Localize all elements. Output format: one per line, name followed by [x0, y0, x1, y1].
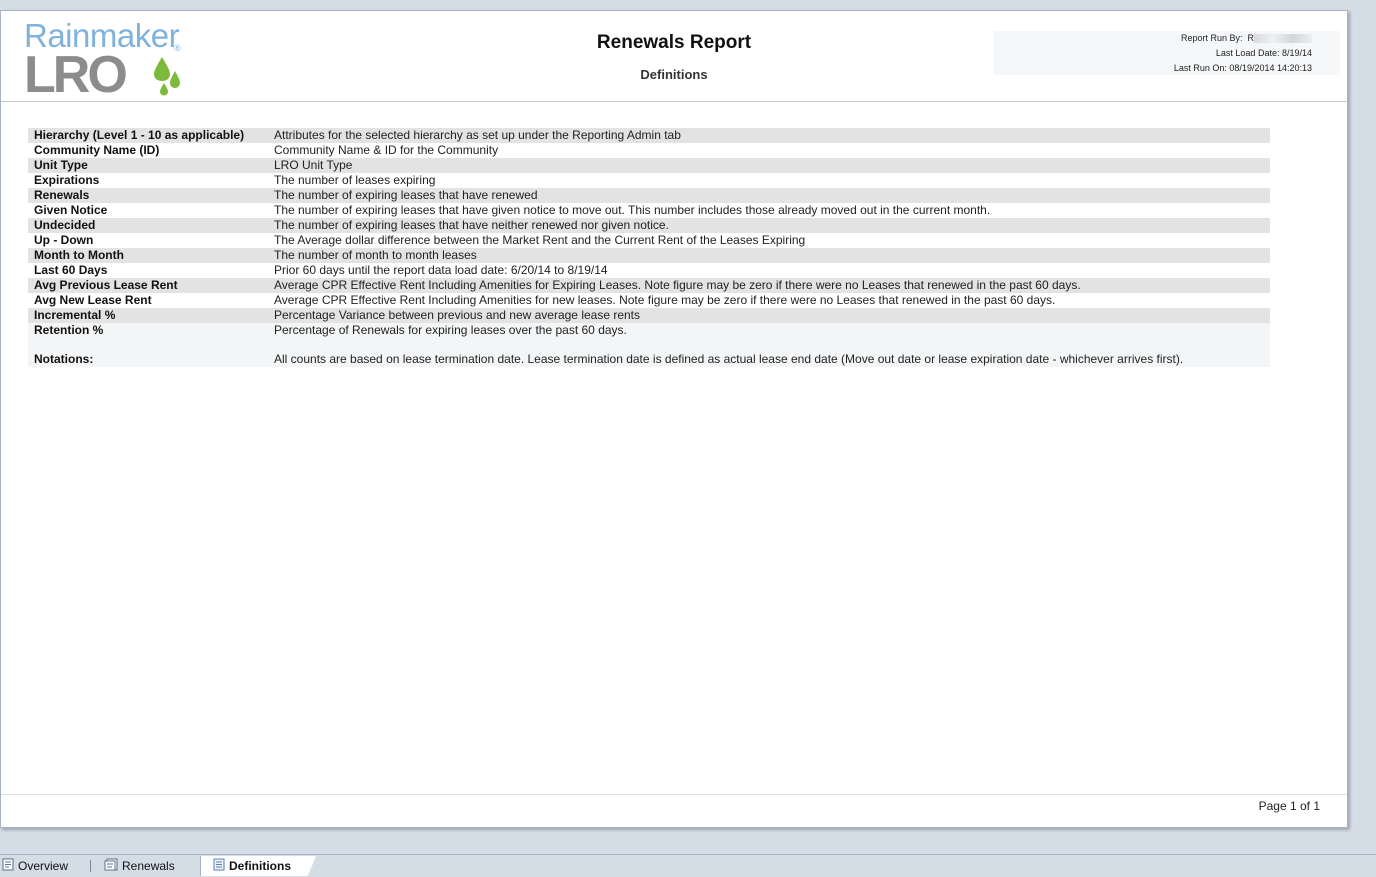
sheet-tab-bar: Overview Renewals Definitions	[0, 854, 1376, 876]
table-row: Community Name (ID) Community Name & ID …	[28, 143, 1270, 158]
table-row: Incremental % Percentage Variance betwee…	[28, 308, 1270, 323]
definition-desc: The number of expiring leases that have …	[268, 203, 1270, 218]
table-spacer-row	[28, 338, 1270, 352]
table-row: Expirations The number of leases expirin…	[28, 173, 1270, 188]
definition-term: Avg Previous Lease Rent	[28, 278, 268, 293]
last-run-line: Last Run On: 08/19/2014 14:20:13	[1174, 63, 1312, 73]
report-page: Rainmaker LRO ® Renewals Report Definiti…	[0, 10, 1348, 828]
last-load-line: Last Load Date: 8/19/14	[1216, 48, 1312, 58]
run-by-line: Report Run By: R	[1180, 33, 1312, 44]
definition-term: Last 60 Days	[28, 263, 268, 278]
notations-text: All counts are based on lease terminatio…	[268, 352, 1270, 367]
definition-desc: Average CPR Effective Rent Including Ame…	[268, 293, 1270, 308]
definition-desc: Attributes for the selected hierarchy as…	[268, 128, 1270, 143]
definition-term: Unit Type	[28, 158, 268, 173]
definition-term: Hierarchy (Level 1 - 10 as applicable)	[28, 128, 268, 143]
definition-desc: The number of expiring leases that have …	[268, 188, 1270, 203]
redacted-name	[1254, 34, 1312, 44]
definition-term: Month to Month	[28, 248, 268, 263]
report-page-icon	[104, 857, 118, 877]
table-row: Given Notice The number of expiring leas…	[28, 203, 1270, 218]
definition-desc: The number of expiring leases that have …	[268, 218, 1270, 233]
last-run-label: Last Run On:	[1173, 63, 1227, 73]
table-row: Last 60 Days Prior 60 days until the rep…	[28, 263, 1270, 278]
definition-desc: The Average dollar difference between th…	[268, 233, 1270, 248]
table-row: Retention % Percentage of Renewals for e…	[28, 323, 1270, 338]
tab-label: Overview	[18, 859, 69, 873]
notations-label: Notations:	[28, 352, 268, 367]
tab-renewals[interactable]: Renewals	[104, 856, 194, 876]
report-header: Rainmaker LRO ® Renewals Report Definiti…	[1, 11, 1347, 104]
table-row: Avg New Lease Rent Average CPR Effective…	[28, 293, 1270, 308]
last-run-value: 08/19/2014 14:20:13	[1229, 63, 1312, 73]
definition-term: Incremental %	[28, 308, 268, 323]
definition-desc: Community Name & ID for the Community	[268, 143, 1270, 158]
definition-term: Community Name (ID)	[28, 143, 268, 158]
table-row: Month to Month The number of month to mo…	[28, 248, 1270, 263]
footer-divider	[1, 794, 1347, 795]
table-row: Avg Previous Lease Rent Average CPR Effe…	[28, 278, 1270, 293]
tab-label: Definitions	[229, 859, 291, 873]
definition-desc: LRO Unit Type	[268, 158, 1270, 173]
definition-desc: The number of leases expiring	[268, 173, 1270, 188]
definition-term: Expirations	[28, 173, 268, 188]
tab-label: Renewals	[122, 859, 175, 873]
report-page-icon	[2, 857, 14, 877]
tab-separator	[90, 860, 91, 872]
table-row: Up - Down The Average dollar difference …	[28, 233, 1270, 248]
notations-row: Notations: All counts are based on lease…	[28, 352, 1270, 367]
definition-term: Undecided	[28, 218, 268, 233]
rainmaker-lro-logo: Rainmaker LRO ®	[24, 17, 189, 104]
definition-term: Given Notice	[28, 203, 268, 218]
tab-definitions[interactable]: Definitions	[200, 856, 316, 876]
table-row: Hierarchy (Level 1 - 10 as applicable) A…	[28, 128, 1270, 143]
definition-desc: Average CPR Effective Rent Including Ame…	[268, 278, 1270, 293]
definition-desc: The number of month to month leases	[268, 248, 1270, 263]
definition-desc: Percentage Variance between previous and…	[268, 308, 1270, 323]
definitions-table: Hierarchy (Level 1 - 10 as applicable) A…	[28, 128, 1270, 367]
table-row: Unit Type LRO Unit Type	[28, 158, 1270, 173]
last-load-value: 8/19/14	[1281, 48, 1312, 58]
report-meta: Report Run By: R Last Load Date: 8/19/14…	[994, 31, 1340, 75]
last-load-label: Last Load Date:	[1215, 48, 1280, 58]
document-icon	[213, 857, 225, 876]
table-row: Undecided The number of expiring leases …	[28, 218, 1270, 233]
definition-term: Avg New Lease Rent	[28, 293, 268, 308]
definition-term: Up - Down	[28, 233, 268, 248]
definition-desc: Prior 60 days until the report data load…	[268, 263, 1270, 278]
tab-overview[interactable]: Overview	[0, 856, 88, 876]
page-number: Page 1 of 1	[1258, 799, 1320, 813]
run-by-label: Report Run By:	[1180, 33, 1243, 43]
definition-term: Renewals	[28, 188, 268, 203]
table-row: Renewals The number of expiring leases t…	[28, 188, 1270, 203]
definition-term: Retention %	[28, 323, 268, 338]
definition-desc: Percentage of Renewals for expiring leas…	[268, 323, 1270, 338]
